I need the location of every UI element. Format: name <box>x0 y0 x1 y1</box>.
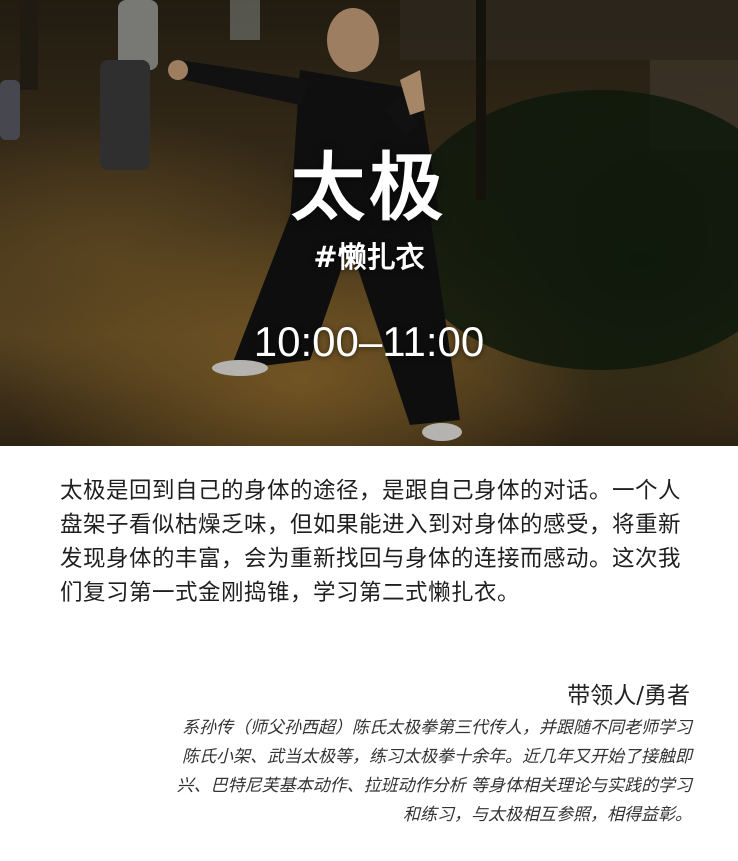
bio-line: 系孙传（师父孙西超）陈氏太极拳第三代传人，并跟随不同老师学习 <box>182 718 692 738</box>
leader-bio: 系孙传（师父孙西超）陈氏太极拳第三代传人，并跟随不同老师学习 陈氏小架、武当太极… <box>32 714 692 830</box>
hashtag-label: #懒扎衣 <box>313 240 425 274</box>
leader-name: 带领人/勇者 <box>567 683 690 709</box>
page-title: 太极 <box>291 145 447 231</box>
time-range: 10:00–11:00 <box>253 318 485 365</box>
bio-line: 兴、巴特尼芙基本动作、拉班动作分析 等身体相关理论与实践的学习 <box>176 776 692 796</box>
description-paragraph: 太极是回到自己的身体的途径，是跟自己身体的对话。一个人盘架子看似枯燥乏味，但如果… <box>60 478 682 606</box>
bio-line: 和练习，与太极相互参照，相得益彰。 <box>403 805 692 825</box>
hero-photo: 太极 #懒扎衣 10:00–11:00 <box>0 0 738 446</box>
bio-line: 陈氏小架、武当太极等，练习太极拳十余年。近几年又开始了接触即 <box>182 747 692 767</box>
